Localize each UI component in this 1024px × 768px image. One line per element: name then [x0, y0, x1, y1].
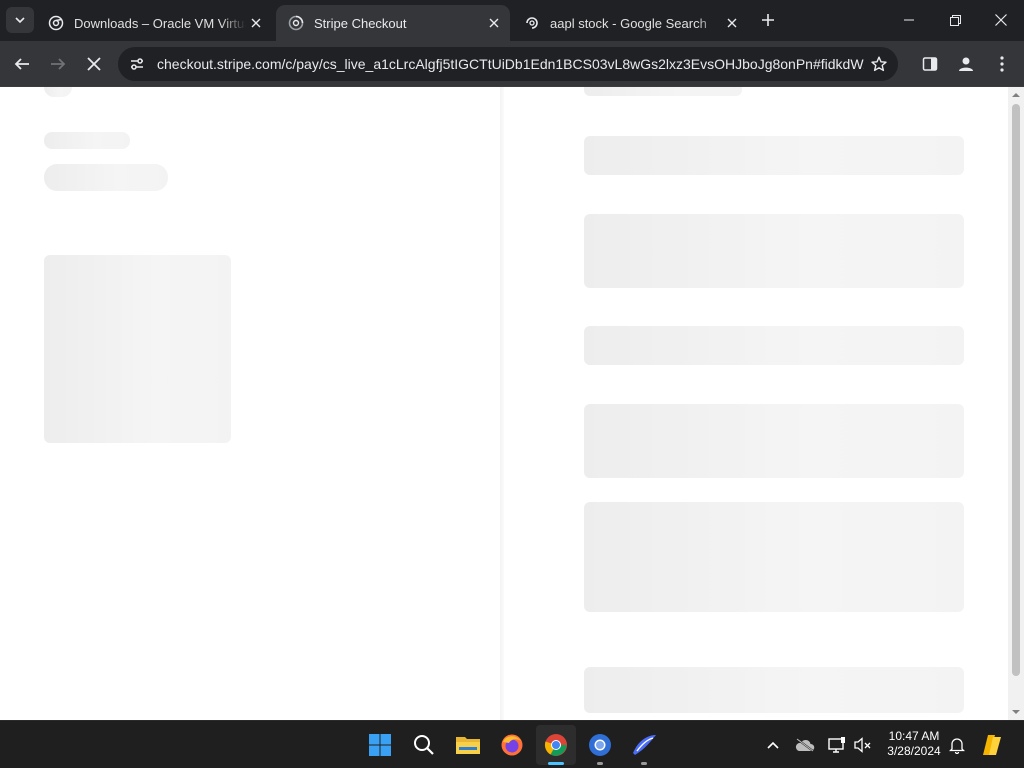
- site-info-icon[interactable]: [122, 49, 152, 79]
- firefox-button[interactable]: [492, 725, 532, 765]
- tab-title: Stripe Checkout: [314, 15, 407, 31]
- tab-title: Downloads – Oracle VM VirtualBox: [74, 15, 246, 31]
- forward-button[interactable]: [42, 48, 74, 80]
- windows-start-icon: [369, 734, 391, 756]
- tab-strip: Downloads – Oracle VM VirtualBox Stripe …: [0, 0, 1024, 41]
- clock-time: 10:47 AM: [888, 729, 940, 743]
- close-icon[interactable]: [484, 13, 504, 33]
- chrome-icon: [544, 734, 567, 756]
- skeleton-field: [584, 502, 964, 612]
- bookmark-star-icon[interactable]: [864, 49, 894, 79]
- close-icon: [995, 14, 1007, 26]
- clock-date: 3/28/2024: [887, 744, 941, 758]
- volume-muted-icon: [854, 737, 871, 753]
- notifications-button[interactable]: [944, 729, 970, 761]
- open-app-indicator: [641, 762, 647, 765]
- browser-toolbar: checkout.stripe.com/c/pay/cs_live_a1cLrc…: [0, 41, 1024, 87]
- skeleton-pay-button: [584, 667, 964, 713]
- bell-icon: [949, 738, 965, 754]
- tab-title: aapl stock - Google Search: [550, 15, 707, 31]
- page-scrollbar[interactable]: [1008, 87, 1024, 720]
- pen-app-button[interactable]: [624, 725, 664, 765]
- stripe-loading-icon: [288, 15, 304, 31]
- scroll-down-arrow-icon[interactable]: [1008, 704, 1024, 720]
- start-button[interactable]: [360, 725, 400, 765]
- profile-button[interactable]: [950, 48, 982, 80]
- url-text[interactable]: checkout.stripe.com/c/pay/cs_live_a1cLrc…: [157, 56, 864, 72]
- skeleton-price: [44, 164, 168, 191]
- kebab-menu-icon: [1000, 56, 1004, 72]
- copilot-button[interactable]: [978, 729, 1008, 761]
- menu-button[interactable]: [986, 48, 1018, 80]
- chromium-icon: [48, 15, 64, 31]
- skeleton-product-image: [44, 255, 231, 443]
- scroll-up-arrow-icon[interactable]: [1008, 87, 1024, 103]
- firefox-icon: [501, 734, 523, 756]
- plus-icon: [762, 14, 774, 26]
- network-icon: [828, 737, 845, 753]
- chromium-button[interactable]: [580, 725, 620, 765]
- skeleton-back-link: [44, 87, 72, 97]
- chrome-button[interactable]: [536, 725, 576, 765]
- skeleton-field: [584, 326, 964, 365]
- taskbar-clock[interactable]: 10:47 AM 3/28/2024: [876, 729, 952, 761]
- skeleton-merchant-name: [44, 132, 130, 149]
- file-explorer-button[interactable]: [448, 725, 488, 765]
- address-bar[interactable]: checkout.stripe.com/c/pay/cs_live_a1cLrc…: [118, 47, 898, 81]
- pen-app-icon: [633, 735, 656, 755]
- skeleton-heading: [584, 87, 742, 96]
- volume-tray-button[interactable]: [850, 729, 876, 761]
- windows-taskbar: 10:47 AM 3/28/2024: [0, 720, 1024, 768]
- taskbar-search-button[interactable]: [404, 725, 444, 765]
- page-viewport: [0, 87, 1024, 720]
- restore-button[interactable]: [932, 0, 978, 40]
- column-divider: [500, 87, 504, 720]
- copilot-icon: [983, 735, 1001, 755]
- scrollbar-thumb[interactable]: [1012, 104, 1020, 676]
- stop-icon: [87, 57, 101, 71]
- restore-icon: [949, 14, 961, 26]
- skeleton-field: [584, 136, 964, 175]
- onedrive-tray-button[interactable]: [792, 729, 818, 761]
- search-icon: [414, 735, 434, 755]
- cloud-offline-icon: [795, 738, 815, 752]
- minimize-icon: [904, 19, 914, 21]
- profile-icon: [959, 57, 973, 71]
- tab-search-button[interactable]: [6, 7, 34, 33]
- minimize-button[interactable]: [886, 0, 932, 40]
- file-explorer-icon: [456, 737, 480, 754]
- show-hidden-icons-button[interactable]: [760, 729, 786, 761]
- tab-downloads[interactable]: Downloads – Oracle VM VirtualBox: [36, 5, 272, 41]
- active-app-indicator: [548, 762, 564, 765]
- network-tray-button[interactable]: [824, 729, 850, 761]
- chromium-icon: [589, 734, 611, 756]
- new-tab-button[interactable]: [756, 8, 780, 32]
- google-loading-icon: [524, 15, 540, 31]
- skeleton-field: [584, 404, 964, 478]
- back-button[interactable]: [6, 48, 38, 80]
- skeleton-field: [584, 214, 964, 288]
- forward-arrow-icon: [51, 58, 66, 70]
- close-window-button[interactable]: [978, 0, 1024, 40]
- stop-loading-button[interactable]: [78, 48, 110, 80]
- back-arrow-icon: [14, 58, 29, 70]
- side-panel-button[interactable]: [914, 48, 946, 80]
- chevron-down-icon: [15, 17, 25, 24]
- chevron-up-icon: [767, 741, 779, 749]
- close-icon[interactable]: [722, 13, 742, 33]
- tab-stripe-checkout[interactable]: Stripe Checkout: [276, 5, 510, 41]
- close-icon[interactable]: [246, 13, 266, 33]
- side-panel-icon: [922, 57, 938, 71]
- tab-google-search[interactable]: aapl stock - Google Search: [512, 5, 748, 41]
- open-app-indicator: [597, 762, 603, 765]
